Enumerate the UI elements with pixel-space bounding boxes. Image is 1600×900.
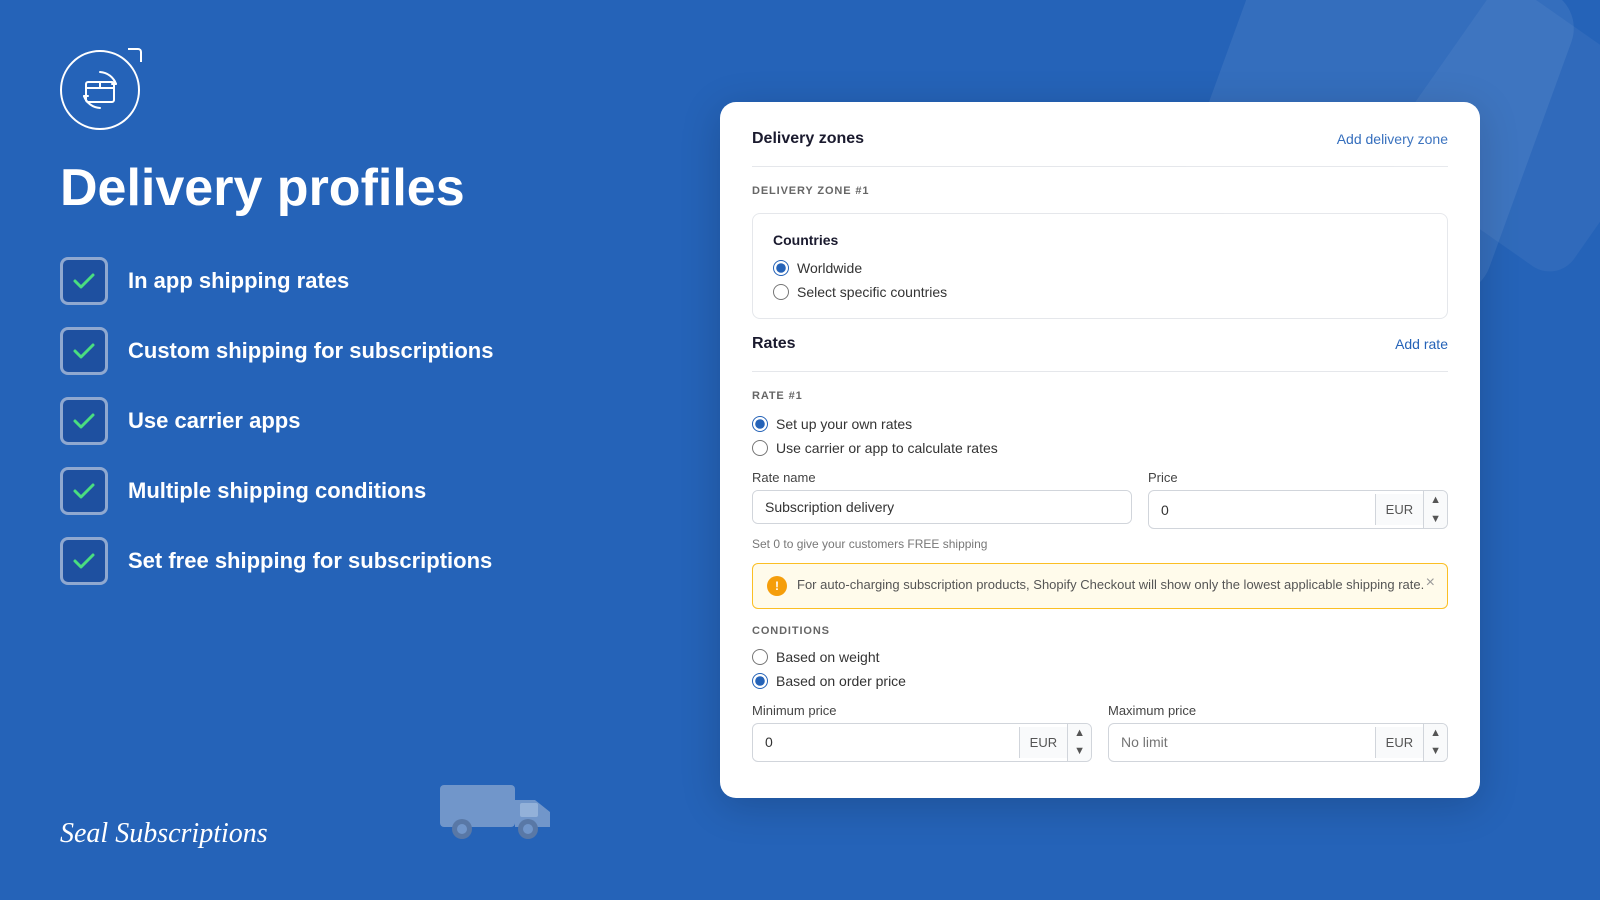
radio-worldwide-label: Worldwide <box>797 260 862 276</box>
conditions-radio-group: Based on weight Based on order price <box>752 649 1448 689</box>
feature-item-3: Use carrier apps <box>60 397 560 445</box>
checkbox-4 <box>60 467 108 515</box>
radio-own-rates[interactable]: Set up your own rates <box>752 416 1448 432</box>
rate-name-label: Rate name <box>752 470 1132 485</box>
right-panel: Delivery zones Add delivery zone DELIVER… <box>620 0 1600 900</box>
countries-title: Countries <box>773 232 1427 248</box>
conditions-label: CONDITIONS <box>752 625 1448 637</box>
checkbox-2 <box>60 327 108 375</box>
max-price-increase-btn[interactable]: ▲ <box>1424 724 1447 742</box>
feature-text-4: Multiple shipping conditions <box>128 478 426 504</box>
price-label: Price <box>1148 470 1448 485</box>
feature-text-3: Use carrier apps <box>128 408 300 434</box>
feature-item-1: In app shipping rates <box>60 257 560 305</box>
max-price-input-wrap: EUR ▲ ▼ <box>1108 723 1448 762</box>
min-price-input[interactable] <box>753 726 1019 758</box>
radio-weight[interactable]: Based on weight <box>752 649 1448 665</box>
add-rate-link[interactable]: Add rate <box>1395 336 1448 352</box>
radio-worldwide[interactable]: Worldwide <box>773 260 1427 276</box>
left-panel: Delivery profiles In app shipping rates … <box>0 0 620 900</box>
radio-carrier-input[interactable] <box>752 440 768 456</box>
rates-title: Rates <box>752 335 796 353</box>
max-price-stepper: ▲ ▼ <box>1423 724 1447 761</box>
price-increase-btn[interactable]: ▲ <box>1424 491 1447 509</box>
feature-item-2: Custom shipping for subscriptions <box>60 327 560 375</box>
radio-order-price-input[interactable] <box>752 673 768 689</box>
radio-worldwide-input[interactable] <box>773 260 789 276</box>
price-input[interactable] <box>1149 494 1375 526</box>
main-title: Delivery profiles <box>60 160 560 217</box>
min-price-stepper: ▲ ▼ <box>1067 724 1091 761</box>
radio-own-rates-input[interactable] <box>752 416 768 432</box>
max-price-decrease-btn[interactable]: ▼ <box>1424 742 1447 760</box>
rate-label: RATE #1 <box>752 390 1448 402</box>
price-decrease-btn[interactable]: ▼ <box>1424 510 1447 528</box>
rates-section: Rates Add rate RATE #1 Set up your own r… <box>752 335 1448 761</box>
max-price-label: Maximum price <box>1108 703 1448 718</box>
radio-own-rates-label: Set up your own rates <box>776 416 912 432</box>
feature-text-1: In app shipping rates <box>128 268 349 294</box>
max-price-currency: EUR <box>1375 727 1423 758</box>
feature-text-5: Set free shipping for subscriptions <box>128 548 492 574</box>
zone-label: DELIVERY ZONE #1 <box>752 185 1448 197</box>
rate-type-radio-group: Set up your own rates Use carrier or app… <box>752 416 1448 456</box>
checkbox-5 <box>60 537 108 585</box>
brand-name: Seal Subscriptions <box>60 818 268 850</box>
free-shipping-hint: Set 0 to give your customers FREE shippi… <box>752 537 1448 551</box>
radio-weight-label: Based on weight <box>776 649 880 665</box>
radio-specific-label: Select specific countries <box>797 284 947 300</box>
delivery-card: Delivery zones Add delivery zone DELIVER… <box>720 102 1480 797</box>
alert-text: For auto-charging subscription products,… <box>797 576 1433 594</box>
radio-carrier-rates[interactable]: Use carrier or app to calculate rates <box>752 440 1448 456</box>
max-price-group: Maximum price EUR ▲ ▼ <box>1108 703 1448 762</box>
price-group: Price EUR ▲ ▼ <box>1148 470 1448 529</box>
alert-close-button[interactable]: × <box>1426 574 1435 592</box>
min-price-label: Minimum price <box>752 703 1092 718</box>
rate-name-group: Rate name <box>752 470 1132 529</box>
bottom-area: Seal Subscriptions <box>60 770 560 850</box>
radio-carrier-label: Use carrier or app to calculate rates <box>776 440 998 456</box>
countries-section: Countries Worldwide Select specific coun… <box>752 213 1448 319</box>
delivery-zones-header: Delivery zones Add delivery zone <box>752 130 1448 148</box>
alert-box: ! For auto-charging subscription product… <box>752 563 1448 609</box>
radio-order-price-label: Based on order price <box>776 673 906 689</box>
countries-radio-group: Worldwide Select specific countries <box>773 260 1427 300</box>
price-stepper: ▲ ▼ <box>1423 491 1447 528</box>
min-price-input-wrap: EUR ▲ ▼ <box>752 723 1092 762</box>
radio-weight-input[interactable] <box>752 649 768 665</box>
min-price-currency: EUR <box>1019 727 1067 758</box>
rates-header: Rates Add rate <box>752 335 1448 353</box>
max-price-input[interactable] <box>1109 726 1375 758</box>
feature-item-4: Multiple shipping conditions <box>60 467 560 515</box>
price-input-wrap: EUR ▲ ▼ <box>1148 490 1448 529</box>
feature-item-5: Set free shipping for subscriptions <box>60 537 560 585</box>
feature-list: In app shipping rates Custom shipping fo… <box>60 257 560 585</box>
min-price-decrease-btn[interactable]: ▼ <box>1068 742 1091 760</box>
radio-specific-countries[interactable]: Select specific countries <box>773 284 1427 300</box>
price-currency: EUR <box>1375 494 1423 525</box>
radio-specific-input[interactable] <box>773 284 789 300</box>
delivery-zones-title: Delivery zones <box>752 130 864 148</box>
rate-name-input-wrap <box>752 490 1132 524</box>
alert-icon: ! <box>767 576 787 596</box>
rate-name-price-row: Rate name Price EUR ▲ ▼ <box>752 470 1448 529</box>
min-price-increase-btn[interactable]: ▲ <box>1068 724 1091 742</box>
feature-text-2: Custom shipping for subscriptions <box>128 338 493 364</box>
checkbox-3 <box>60 397 108 445</box>
min-max-price-row: Minimum price EUR ▲ ▼ Maximum price <box>752 703 1448 762</box>
rate-name-input[interactable] <box>753 491 1131 523</box>
truck-icon <box>440 770 560 850</box>
add-delivery-zone-link[interactable]: Add delivery zone <box>1337 131 1448 147</box>
min-price-group: Minimum price EUR ▲ ▼ <box>752 703 1092 762</box>
radio-order-price[interactable]: Based on order price <box>752 673 1448 689</box>
logo-icon <box>60 50 140 130</box>
checkbox-1 <box>60 257 108 305</box>
